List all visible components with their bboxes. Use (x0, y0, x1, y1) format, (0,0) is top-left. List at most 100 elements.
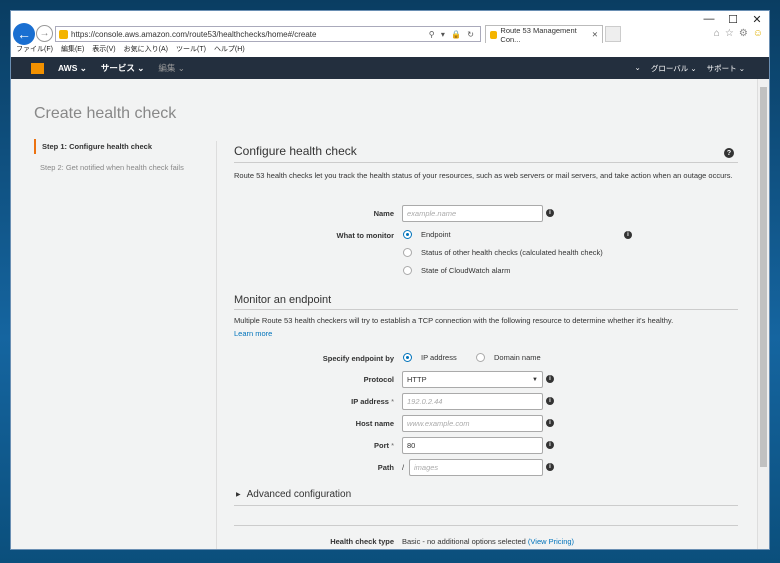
radio-endpoint[interactable]: Endpoint (403, 230, 451, 239)
ip-address-label: IP address * (234, 397, 394, 406)
radio-cloudwatch-label: State of CloudWatch alarm (421, 266, 511, 275)
chevron-down-icon: ▼ (532, 376, 538, 383)
port-label-text: Port (373, 441, 389, 450)
step-2[interactable]: Step 2: Get notified when health check f… (34, 160, 184, 175)
health-check-type-label: Health check type (330, 537, 394, 546)
menu-bar: ファイル(F) 編集(E) 表示(V) お気に入り(A) ツール(T) ヘルプ(… (11, 44, 769, 56)
required-mark: * (391, 441, 394, 450)
radio-dot[interactable] (403, 266, 412, 275)
help-icon[interactable]: ? (724, 148, 734, 158)
browser-window: — ☐ ✕ ← → https://console.aws.amazon.com… (10, 10, 770, 550)
settings-gear-icon[interactable]: ⚙ (739, 28, 748, 39)
navbar-right: ⌄ グローバル ⌄ サポート ⌄ (635, 63, 745, 74)
radio-calculated-label: Status of other health checks (calculate… (421, 248, 603, 257)
path-info-icon[interactable]: i (546, 463, 554, 471)
menu-file[interactable]: ファイル(F) (16, 44, 53, 56)
tab-close-icon[interactable]: ✕ (592, 30, 598, 39)
path-slash: / (402, 463, 405, 472)
smiley-icon[interactable]: ☺ (753, 28, 763, 39)
radio-endpoint-label: Endpoint (421, 230, 451, 239)
menu-favorites[interactable]: お気に入り(A) (124, 44, 168, 56)
view-pricing-link[interactable]: (View Pricing) (528, 537, 574, 546)
path-label: Path (377, 463, 394, 472)
section-divider (234, 309, 738, 310)
protocol-info-icon[interactable]: i (546, 375, 554, 383)
section-divider (234, 525, 738, 526)
advanced-label: Advanced configuration (246, 489, 352, 500)
favorites-star-icon[interactable]: ☆ (725, 28, 734, 39)
section-divider (234, 505, 738, 506)
host-name-input[interactable]: www.example.com (402, 415, 543, 432)
ip-address-input[interactable]: 192.0.2.44 (402, 393, 543, 410)
step-1[interactable]: Step 1: Configure health check (34, 139, 184, 154)
menu-edit[interactable]: 編集(E) (61, 44, 84, 56)
menu-view[interactable]: 表示(V) (92, 44, 115, 56)
radio-dot[interactable] (403, 230, 412, 239)
radio-calculated[interactable]: Status of other health checks (calculate… (403, 248, 603, 257)
aws-cube-icon[interactable] (31, 62, 44, 74)
aws-navbar: AWS ⌄ サービス ⌄ 編集 ⌄ ⌄ グローバル ⌄ サポート ⌄ (11, 57, 769, 79)
radio-dot[interactable] (403, 353, 412, 362)
url-text: https://console.aws.amazon.com/route53/h… (71, 29, 317, 39)
section-divider (234, 162, 738, 163)
port-input[interactable]: 80 (402, 437, 543, 454)
back-button[interactable]: ← (13, 23, 35, 45)
name-info-icon[interactable]: i (546, 209, 554, 217)
menu-help[interactable]: ヘルプ(H) (214, 44, 245, 56)
radio-domain-name[interactable]: Domain name (476, 353, 541, 362)
home-icon[interactable]: ⌂ (714, 28, 720, 39)
name-input[interactable]: example.name (402, 205, 543, 222)
name-label: Name (373, 209, 394, 218)
browser-toolbar-icons: ⌂ ☆ ⚙ ☺ (714, 28, 763, 39)
section-title-configure: Configure health check (234, 144, 357, 158)
minimize-button[interactable]: — (697, 11, 721, 27)
port-info-icon[interactable]: i (546, 441, 554, 449)
edit-menu[interactable]: 編集 ⌄ (158, 62, 184, 74)
host-info-icon[interactable]: i (546, 419, 554, 427)
address-controls[interactable]: ⚲ ▾ 🔒 ↻ (429, 30, 480, 39)
vertical-scrollbar[interactable] (757, 79, 769, 549)
services-menu[interactable]: サービス ⌄ (101, 62, 144, 74)
maximize-button[interactable]: ☐ (721, 11, 745, 27)
new-tab-button[interactable] (605, 26, 621, 42)
protocol-value: HTTP (407, 375, 427, 384)
required-mark: * (391, 397, 394, 406)
specify-endpoint-label: Specify endpoint by (322, 354, 394, 363)
radio-domain-label: Domain name (494, 353, 541, 362)
menu-tools[interactable]: ツール(T) (176, 44, 206, 56)
advanced-configuration-toggle[interactable]: ▶ Advanced configuration (236, 489, 351, 500)
aws-menu[interactable]: AWS ⌄ (58, 63, 87, 74)
address-bar[interactable]: https://console.aws.amazon.com/route53/h… (55, 26, 481, 42)
what-to-monitor-label: What to monitor (336, 231, 395, 240)
type-value-text: Basic - no additional options selected (402, 537, 526, 546)
ip-label-text: IP address (351, 397, 389, 406)
forward-button[interactable]: → (36, 25, 53, 42)
scrollbar-thumb[interactable] (760, 87, 767, 467)
monitor-info-icon[interactable]: i (624, 231, 632, 239)
column-divider (216, 141, 217, 549)
ip-info-icon[interactable]: i (546, 397, 554, 405)
health-check-type-value: Basic - no additional options selected (… (402, 535, 732, 548)
section-title-monitor: Monitor an endpoint (234, 294, 332, 306)
port-label: Port * (234, 441, 394, 450)
radio-dot[interactable] (403, 248, 412, 257)
support-menu[interactable]: サポート ⌄ (707, 63, 745, 74)
chevron-right-icon: ▶ (236, 492, 241, 498)
learn-more-link[interactable]: Learn more (234, 329, 272, 338)
monitor-desc-text: Multiple Route 53 health checkers will t… (234, 316, 674, 325)
radio-ip-address[interactable]: IP address (403, 353, 457, 362)
account-menu[interactable]: ⌄ (635, 63, 641, 74)
browser-tab[interactable]: Route 53 Management Con... ✕ (485, 25, 603, 44)
radio-cloudwatch[interactable]: State of CloudWatch alarm (403, 266, 510, 275)
radio-dot[interactable] (476, 353, 485, 362)
section-description: Route 53 health checks let you track the… (234, 171, 733, 180)
browser-chrome: — ☐ ✕ ← → https://console.aws.amazon.com… (11, 11, 769, 55)
region-menu[interactable]: グローバル ⌄ (651, 63, 697, 74)
tab-favicon (490, 30, 498, 39)
protocol-label: Protocol (363, 375, 394, 384)
site-icon (59, 29, 68, 39)
close-button[interactable]: ✕ (745, 11, 769, 27)
window-controls: — ☐ ✕ (697, 11, 769, 27)
path-input[interactable]: images (409, 459, 543, 476)
protocol-select[interactable]: HTTP ▼ (402, 371, 543, 388)
